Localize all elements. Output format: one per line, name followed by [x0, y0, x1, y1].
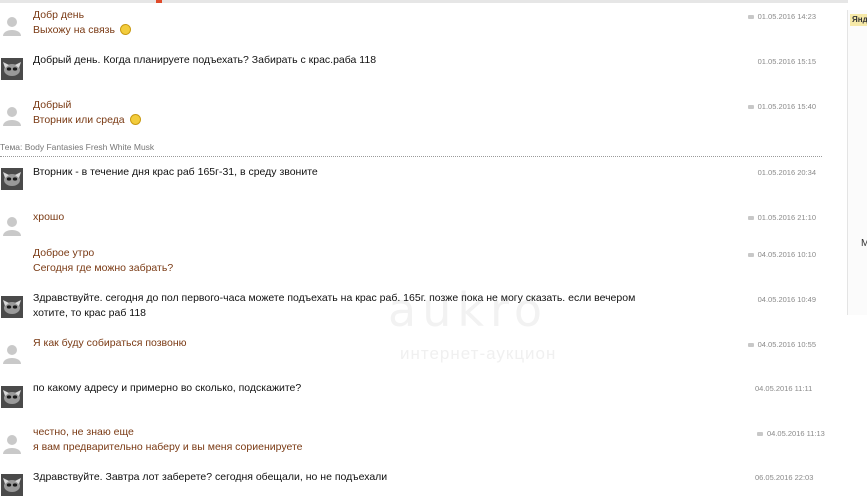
message-line-text: Я как буду собираться позвоню: [33, 337, 187, 349]
message-date: 04.05.2016 10:10: [696, 250, 816, 259]
message-text: Здравствуйте. сегодня до пол первого-час…: [33, 291, 635, 321]
message-date: 04.05.2016 10:49: [696, 295, 816, 304]
theme-line: Тема: Body Fantasies Fresh White Musk: [0, 142, 155, 152]
message-date: 01.05.2016 15:15: [696, 57, 816, 66]
date-text: 01.05.2016 15:40: [757, 102, 816, 111]
message-line-text: я вам предварительно наберу и вы меня со…: [33, 441, 303, 453]
date-text: 01.05.2016 21:10: [757, 213, 816, 222]
message-line-text: Здравствуйте. сегодня до пол первого-час…: [33, 292, 636, 304]
message-line: Добрый день. Когда планируете подъехать?…: [33, 53, 376, 68]
message-line: я вам предварительно наберу и вы меня со…: [33, 440, 302, 455]
message-line-text: хотите, то крас раб 118: [33, 307, 147, 319]
smile-icon: [129, 113, 141, 125]
seller-avatar[interactable]: [1, 168, 23, 190]
user-avatar-icon[interactable]: [1, 104, 23, 126]
message-text: по какому адресу и примерно во сколько, …: [33, 381, 301, 396]
read-status-icon: [747, 15, 754, 20]
user-avatar-icon[interactable]: [1, 432, 23, 454]
message-line-text: Добрый: [33, 99, 72, 111]
message-text: хрошо: [33, 210, 64, 225]
side-partial-text: М: [861, 238, 867, 249]
message-date: 04.05.2016 11:13: [757, 429, 867, 438]
message-line-text: хрошо: [33, 211, 65, 223]
message-date: 04.05.2016 11:11: [755, 384, 867, 393]
date-text: 04.05.2016 10:10: [757, 250, 816, 259]
message-date: 01.05.2016 20:34: [696, 168, 816, 177]
message-line: Выхожу на связь: [33, 23, 131, 38]
read-status-icon: [747, 105, 754, 110]
user-avatar-icon[interactable]: [1, 14, 23, 36]
message-line: Вторник или среда: [33, 113, 141, 128]
top-border: [0, 0, 848, 3]
side-ad-label[interactable]: Яндекс: [850, 14, 867, 26]
message-line-text: Вторник или среда: [33, 114, 125, 126]
message-text: честно, не знаю еще я вам предварительно …: [33, 425, 302, 455]
message-line: Сегодня где можно забрать?: [33, 261, 173, 276]
theme-separator: [0, 156, 822, 157]
message-date: 01.05.2016 14:23: [696, 12, 816, 21]
message-date: 01.05.2016 21:10: [696, 213, 816, 222]
message-date: 06.05.2016 22:03: [755, 473, 867, 482]
message-line: Я как буду собираться позвоню: [33, 336, 187, 351]
date-text: 04.05.2016 10:49: [757, 295, 816, 304]
message-line: Добрый: [33, 98, 141, 113]
message-line-text: Сегодня где можно забрать?: [33, 262, 174, 274]
message-line: по какому адресу и примерно во сколько, …: [33, 381, 301, 396]
smile-icon: [119, 23, 131, 35]
date-text: 01.05.2016 14:23: [757, 12, 816, 21]
user-avatar-icon[interactable]: [1, 342, 23, 364]
seller-avatar[interactable]: [1, 296, 23, 318]
message-line-text: Выхожу на связь: [33, 24, 115, 36]
read-status-icon: [747, 253, 754, 258]
message-line-text: честно, не знаю еще: [33, 426, 134, 438]
message-line: Здравствуйте. сегодня до пол первого-час…: [33, 291, 635, 306]
message-text: Я как буду собираться позвоню: [33, 336, 187, 351]
date-text: 04.05.2016 11:11: [755, 384, 813, 393]
seller-avatar[interactable]: [1, 386, 23, 408]
message-line: хотите, то крас раб 118: [33, 306, 635, 321]
message-line: хрошо: [33, 210, 64, 225]
message-line-text: по какому адресу и примерно во сколько, …: [33, 382, 302, 394]
message-line: Здравствуйте. Завтра лот заберете? сегод…: [33, 470, 387, 485]
message-line: честно, не знаю еще: [33, 425, 302, 440]
side-ad-panel: [847, 10, 867, 315]
message-text: Добр день Выхожу на связь: [33, 8, 131, 38]
message-line-text: Вторник - в течение дня крас раб 165г-31…: [33, 166, 318, 178]
message-date: 04.05.2016 10:55: [696, 340, 816, 349]
watermark-subtitle: интернет-аукцион: [400, 344, 557, 363]
message-line-text: Доброе утро: [33, 247, 95, 259]
message-text: Добрый Вторник или среда: [33, 98, 141, 128]
date-text: 01.05.2016 20:34: [757, 168, 816, 177]
read-status-icon: [747, 216, 754, 221]
date-text: 04.05.2016 10:55: [757, 340, 816, 349]
date-text: 01.05.2016 15:15: [757, 57, 816, 66]
read-status-icon: [757, 432, 763, 437]
message-text: Вторник - в течение дня крас раб 165г-31…: [33, 165, 318, 180]
read-status-icon: [747, 343, 754, 348]
message-text: Доброе утро Сегодня где можно забрать?: [33, 246, 173, 276]
top-accent-mark: [156, 0, 162, 3]
message-text: Здравствуйте. Завтра лот заберете? сегод…: [33, 470, 387, 485]
date-text: 06.05.2016 22:03: [755, 473, 814, 482]
message-line-text: Добрый день. Когда планируете подъехать?…: [33, 54, 377, 66]
seller-avatar[interactable]: [1, 58, 23, 80]
date-text: 04.05.2016 11:13: [767, 429, 825, 438]
message-date: 01.05.2016 15:40: [696, 102, 816, 111]
message-line: Доброе утро: [33, 246, 173, 261]
message-text: Добрый день. Когда планируете подъехать?…: [33, 53, 376, 68]
message-line: Добр день: [33, 8, 131, 23]
message-line-text: Здравствуйте. Завтра лот заберете? сегод…: [33, 471, 388, 483]
seller-avatar[interactable]: [1, 474, 23, 496]
user-avatar-icon[interactable]: [1, 214, 23, 236]
message-line: Вторник - в течение дня крас раб 165г-31…: [33, 165, 318, 180]
message-line-text: Добр день: [33, 9, 85, 21]
